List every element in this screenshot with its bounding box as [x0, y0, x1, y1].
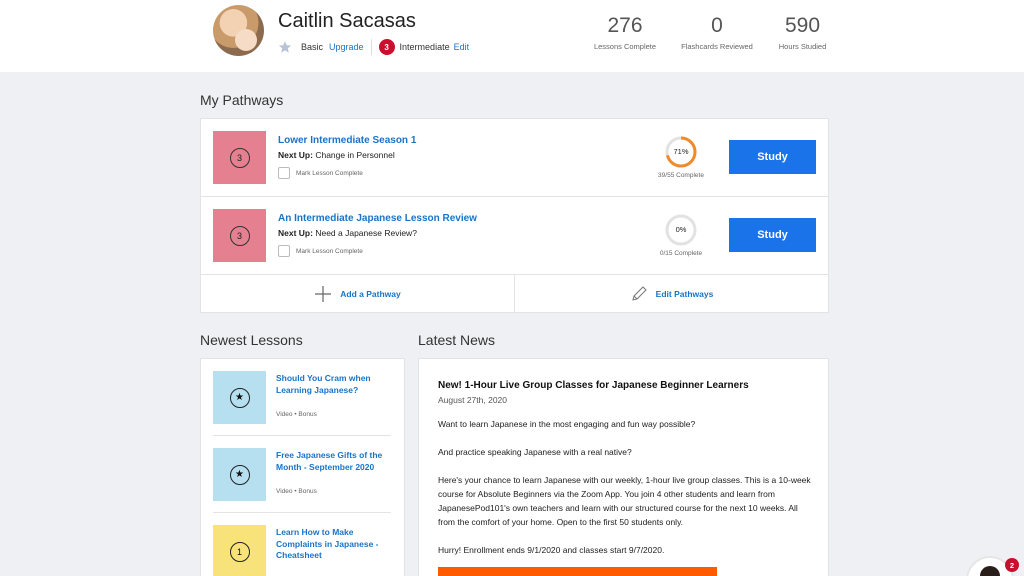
- level-badge: 3: [378, 39, 395, 55]
- profile-header: Caitlin Sacasas Basic Upgrade 3 Intermed…: [0, 0, 1024, 72]
- star-icon: [278, 41, 292, 53]
- edit-level-link[interactable]: Edit: [454, 42, 470, 52]
- pathway-title[interactable]: An Intermediate Japanese Lesson Review: [278, 213, 477, 224]
- study-button[interactable]: Study: [729, 140, 816, 174]
- stat-label: Hours Studied: [778, 42, 827, 51]
- newest-lessons-title: Newest Lessons: [200, 332, 303, 348]
- news-cta-button[interactable]: [438, 567, 717, 576]
- stat-value: 276: [607, 14, 643, 37]
- mark-complete-label: Mark Lesson Complete: [296, 169, 363, 177]
- stat-flashcards-reviewed: 0 Flashcards Reviewed: [672, 14, 762, 51]
- add-pathway-label: Add a Pathway: [340, 289, 401, 299]
- plan-row: Basic Upgrade 3 Intermediate Edit: [278, 38, 469, 56]
- lesson-thumbnail[interactable]: ★: [213, 448, 266, 501]
- level-3-icon: 3: [229, 147, 250, 168]
- lesson-item[interactable]: 1 Learn How to Make Complaints in Japane…: [213, 513, 391, 576]
- lesson-item[interactable]: ★ Free Japanese Gifts of the Month - Sep…: [213, 436, 391, 513]
- lesson-thumbnail[interactable]: ★: [213, 371, 266, 424]
- news-paragraph: Here's your chance to learn Japanese wit…: [438, 475, 811, 527]
- stat-value: 590: [784, 14, 821, 37]
- stat-value: 0: [711, 14, 723, 37]
- stat-lessons-complete: 276 Lessons Complete: [585, 14, 665, 51]
- news-paragraph: Want to learn Japanese in the most engag…: [438, 419, 696, 429]
- next-up: Next Up: Change in Personnel: [278, 150, 395, 160]
- stat-label: Lessons Complete: [593, 42, 657, 51]
- pathway-row: 3 Lower Intermediate Season 1 Next Up: C…: [201, 119, 828, 197]
- avatar[interactable]: [213, 5, 264, 56]
- news-date: August 27th, 2020: [438, 395, 508, 405]
- star-icon: ★: [229, 464, 250, 485]
- pathway-row: 3 An Intermediate Japanese Lesson Review…: [201, 197, 828, 275]
- progress-count: 39/55 Complete: [658, 172, 704, 179]
- next-up-lesson: Change in Personnel: [315, 150, 395, 160]
- newest-lessons-card: ★ Should You Cram when Learning Japanese…: [200, 358, 405, 576]
- pathways-card: 3 Lower Intermediate Season 1 Next Up: C…: [200, 118, 829, 313]
- lesson-thumbnail[interactable]: 1: [213, 525, 266, 576]
- pencil-icon: [631, 286, 647, 301]
- news-headline: New! 1-Hour Live Group Classes for Japan…: [438, 380, 749, 391]
- level-3-icon: 3: [229, 225, 250, 246]
- chat-badge: 2: [1005, 558, 1019, 572]
- level-1-icon: 1: [229, 541, 250, 562]
- progress-ring: 0% 0/15 Complete: [656, 213, 706, 257]
- mark-complete[interactable]: Mark Lesson Complete: [278, 245, 363, 257]
- upgrade-link[interactable]: Upgrade: [329, 42, 364, 52]
- mark-complete-checkbox[interactable]: [278, 245, 290, 257]
- mark-complete-checkbox[interactable]: [278, 167, 290, 179]
- lesson-title[interactable]: Learn How to Make Complaints in Japanese…: [276, 527, 386, 562]
- pathway-title[interactable]: Lower Intermediate Season 1: [278, 135, 416, 146]
- news-paragraph: Hurry! Enrollment ends 9/1/2020 and clas…: [438, 545, 665, 555]
- add-pathway-button[interactable]: Add a Pathway: [201, 275, 515, 313]
- stat-label: Flashcards Reviewed: [681, 42, 753, 51]
- pathways-title: My Pathways: [200, 92, 284, 108]
- lesson-item[interactable]: ★ Should You Cram when Learning Japanese…: [213, 359, 391, 436]
- progress-ring: 71% 39/55 Complete: [656, 135, 706, 179]
- news-body: Want to learn Japanese in the most engag…: [438, 417, 813, 571]
- progress-percent: 0%: [675, 225, 687, 234]
- progress-percent: 71%: [673, 147, 689, 156]
- pathway-actions: Add a Pathway Edit Pathways: [201, 275, 828, 313]
- level-name: Intermediate: [399, 42, 450, 52]
- news-paragraph: And practice speaking Japanese with a re…: [438, 447, 632, 457]
- divider: [370, 39, 372, 55]
- edit-pathways-button[interactable]: Edit Pathways: [515, 275, 828, 313]
- next-up-label: Next Up:: [278, 228, 313, 238]
- pathway-thumbnail[interactable]: 3: [213, 131, 266, 184]
- lesson-title[interactable]: Should You Cram when Learning Japanese?: [276, 373, 386, 396]
- user-name: Caitlin Sacasas: [278, 10, 416, 32]
- lesson-meta: Video • Bonus: [276, 411, 317, 418]
- mark-complete-label: Mark Lesson Complete: [296, 247, 363, 255]
- lesson-meta: Video • Bonus: [276, 488, 317, 495]
- pathway-thumbnail[interactable]: 3: [213, 209, 266, 262]
- progress-count: 0/15 Complete: [659, 250, 703, 257]
- next-up-lesson: Need a Japanese Review?: [315, 228, 417, 238]
- study-button[interactable]: Study: [729, 218, 816, 252]
- plan-basic: Basic: [301, 42, 324, 52]
- next-up-label: Next Up:: [278, 150, 313, 160]
- latest-news-card: New! 1-Hour Live Group Classes for Japan…: [418, 358, 829, 576]
- star-icon: ★: [229, 387, 250, 408]
- latest-news-title: Latest News: [418, 332, 496, 348]
- edit-pathways-label: Edit Pathways: [655, 289, 714, 299]
- mark-complete[interactable]: Mark Lesson Complete: [278, 167, 363, 179]
- plus-icon: [315, 286, 332, 302]
- stat-hours-studied: 590 Hours Studied: [770, 14, 835, 51]
- lesson-title[interactable]: Free Japanese Gifts of the Month - Septe…: [276, 450, 386, 473]
- next-up: Next Up: Need a Japanese Review?: [278, 228, 417, 238]
